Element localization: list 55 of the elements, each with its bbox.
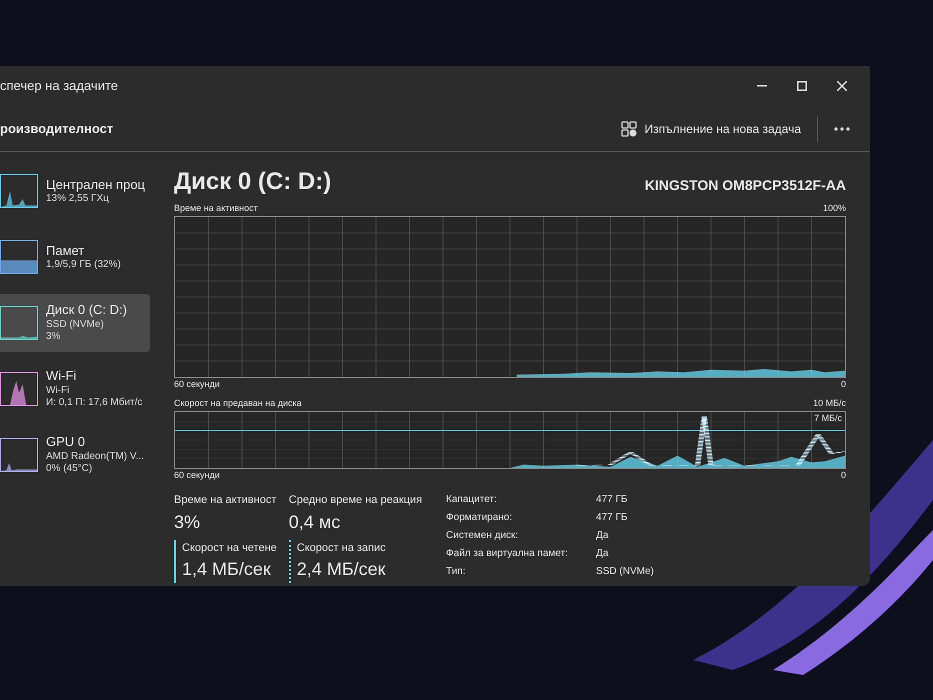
- property-label: Форматирано:: [446, 511, 514, 525]
- stat-value: 3%: [174, 510, 202, 534]
- property-label: Файл за виртуална памет:: [446, 547, 569, 561]
- time-label: 60 секунди: [174, 468, 220, 482]
- property-value: 477 ГБ: [596, 493, 628, 507]
- item-name: Диск 0 (C: D:): [46, 302, 127, 319]
- stat-value: 2,4 МБ/сек: [296, 558, 387, 581]
- item-name: Wi-Fi: [46, 368, 78, 385]
- item-detail: 1,9/5,9 ГБ (32%): [46, 258, 121, 272]
- sidebar-item[interactable]: Централен проц 13% 2,55 ГХц: [0, 162, 155, 220]
- item-name: Централен проц: [46, 176, 145, 193]
- sidebar-item[interactable]: GPU 0 AMD Radeon(TM) V... 0% (45°C): [0, 426, 155, 484]
- page-title: роизводителност: [0, 120, 114, 138]
- property-value: Да: [596, 547, 610, 561]
- sidebar-item[interactable]: Диск 0 (C: D:) SSD (NVMe) 3%: [0, 294, 150, 352]
- stat-label: Скорост на четене: [182, 540, 277, 556]
- property-value: Да: [596, 529, 610, 543]
- close-icon: [837, 81, 847, 91]
- time-label: 60 секунди: [174, 378, 220, 391]
- item-detail: AMD Radeon(TM) V...: [46, 450, 144, 464]
- graph-label: Скорост на предаван на диска: [174, 397, 302, 410]
- item-name: GPU 0: [46, 434, 86, 451]
- sidebar-item[interactable]: Wi-Fi Wi-Fi И: 0,1 П: 17,6 Мбит/с: [0, 360, 155, 418]
- stat-value: 1,4 МБ/сек: [182, 558, 272, 581]
- item-detail: 3%: [46, 331, 62, 344]
- more-icon: [834, 126, 850, 130]
- property-label: Капацитет:: [446, 493, 498, 507]
- property-value: 477 ГБ: [596, 511, 628, 525]
- run-task-icon: [620, 120, 637, 136]
- stat-value: 0,4 мс: [288, 510, 342, 534]
- graph-line-label: 7 МБ/с: [814, 412, 842, 424]
- item-detail: 0% (45°C): [46, 463, 94, 476]
- item-detail: 13% 2,55 ГХц: [46, 192, 110, 206]
- stat-label: Скорост на запис: [296, 540, 387, 556]
- sidebar-item[interactable]: Памет 1,9/5,9 ГБ (32%): [0, 228, 155, 286]
- property-label: Системен диск:: [446, 529, 520, 543]
- disk-model: KINGSTON OM8PCP3512F-AA: [644, 176, 846, 195]
- item-detail: И: 0,1 П: 17,6 Мбит/с: [46, 397, 142, 410]
- run-new-task-button[interactable]: Изпълнение на нова задача: [616, 116, 805, 142]
- maximize-icon: [797, 81, 807, 91]
- stat-label: Средно време на реакция: [288, 493, 422, 508]
- property-label: Тип:: [446, 565, 466, 579]
- graph-label: Време на активност: [174, 202, 258, 215]
- graph-max-label: 10 МБ/с: [813, 397, 846, 410]
- graph-max-label: 100%: [822, 202, 846, 215]
- graph-min-label: 0: [840, 468, 846, 482]
- minimize-icon: [757, 85, 767, 87]
- item-detail: SSD (NVMe): [46, 318, 105, 332]
- item-detail: Wi-Fi: [46, 384, 70, 398]
- disk-title: Диск 0 (C: D:): [174, 167, 332, 197]
- item-name: Памет: [46, 242, 86, 259]
- property-value: SSD (NVMe): [596, 565, 654, 579]
- stat-label: Време на активност: [174, 493, 277, 508]
- window-title: спечер на задачите: [0, 77, 118, 96]
- graph-min-label: 0: [840, 378, 846, 390]
